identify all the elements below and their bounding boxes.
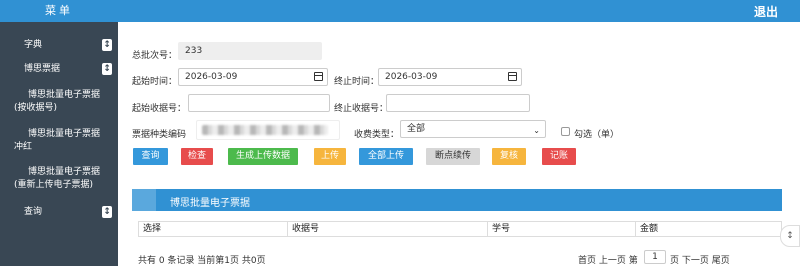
- check-button[interactable]: 检查: [181, 148, 213, 165]
- sidebar-item-batch-reupload[interactable]: 博思批量电子票据(重新上传电子票据): [0, 166, 118, 192]
- select-single-label: 勾选（单）: [574, 130, 620, 140]
- sidebar-title: 菜单: [0, 0, 118, 22]
- end-time-value: 2026-03-09: [385, 72, 438, 82]
- calendar-icon[interactable]: [508, 72, 517, 81]
- pagination-nav-prefix[interactable]: 首页 上一页 第: [578, 253, 638, 266]
- bookkeeping-button[interactable]: 记账: [542, 148, 576, 165]
- fee-type-label: 收费类型：: [354, 130, 400, 140]
- pagination-nav-suffix[interactable]: 页 下一页 尾页: [670, 253, 730, 266]
- receipt-table: 选择 收据号 学号 金额: [138, 221, 782, 237]
- sidebar-item-batch-by-receipt[interactable]: 博思批量电子票据(按收据号): [0, 89, 118, 115]
- chevron-down-icon: ⌄: [533, 126, 540, 135]
- sidebar-item-dictionary[interactable]: 字典 ↕: [0, 38, 118, 52]
- end-receipt-label: 终止收据号：: [334, 104, 389, 114]
- sidebar-item-label: 字典: [24, 40, 43, 50]
- expand-icon[interactable]: ↕: [780, 225, 800, 247]
- panel-header: 博思批量电子票据: [132, 189, 782, 211]
- generate-upload-data-button[interactable]: 生成上传数据: [228, 148, 298, 165]
- main-content: 总批次号： 233 起始时间： 2026-03-09 终止时间： 2026-03…: [118, 22, 800, 266]
- column-header-select[interactable]: 选择: [139, 222, 287, 236]
- end-time-input[interactable]: 2026-03-09: [378, 68, 522, 86]
- calendar-icon[interactable]: [314, 72, 323, 81]
- end-receipt-input[interactable]: [386, 94, 530, 112]
- top-bar: 退出: [118, 0, 800, 22]
- column-header-receipt-number[interactable]: 收据号: [287, 222, 487, 236]
- batch-number-label: 总批次号：: [132, 51, 178, 61]
- expand-toggle-icon[interactable]: ↕: [102, 206, 112, 218]
- upload-button[interactable]: 上传: [314, 148, 346, 165]
- column-header-student-id[interactable]: 学号: [487, 222, 635, 236]
- fee-type-value: 全部: [407, 124, 426, 134]
- select-single-checkbox[interactable]: [561, 127, 570, 136]
- query-button[interactable]: 查询: [133, 148, 168, 165]
- redacted-value: [202, 125, 328, 135]
- upload-all-button[interactable]: 全部上传: [359, 148, 413, 165]
- sidebar-item-batch-reversal[interactable]: 博思批量电子票据冲红: [0, 128, 118, 154]
- page-number-input[interactable]: 1: [644, 250, 666, 264]
- sidebar-item-label: 查询: [24, 207, 43, 217]
- sidebar-item-label: 博思票据: [24, 64, 61, 74]
- receipt-type-code-label: 票据种类编码: [132, 130, 187, 140]
- end-time-label: 终止时间：: [334, 77, 380, 87]
- start-time-value: 2026-03-09: [185, 72, 238, 82]
- fee-type-select[interactable]: 全部 ⌄: [400, 120, 546, 138]
- sidebar-item-bosi-receipts[interactable]: 博思票据 ↕: [0, 62, 118, 76]
- batch-number-field: 233: [178, 42, 322, 60]
- expand-toggle-icon[interactable]: ↕: [102, 39, 112, 51]
- resume-upload-button[interactable]: 断点续传: [426, 148, 480, 165]
- sidebar: 菜单 字典 ↕ 博思票据 ↕ 博思批量电子票据(按收据号) 博思批量电子票据冲红…: [0, 0, 118, 266]
- start-time-input[interactable]: 2026-03-09: [178, 68, 328, 86]
- column-header-amount[interactable]: 金额: [635, 222, 781, 236]
- sidebar-item-label: 博思批量电子票据(重新上传电子票据): [14, 167, 101, 190]
- expand-toggle-icon[interactable]: ↕: [102, 63, 112, 75]
- record-summary: 共有 0 条记录 当前第1页 共0页: [138, 256, 266, 266]
- review-button[interactable]: 复核: [492, 148, 526, 165]
- panel-icon: [132, 189, 156, 211]
- sidebar-item-query[interactable]: 查询 ↕: [0, 205, 118, 219]
- panel-title: 博思批量电子票据: [170, 198, 250, 209]
- start-time-label: 起始时间：: [132, 77, 178, 87]
- sidebar-item-label: 博思批量电子票据冲红: [14, 129, 101, 152]
- start-receipt-label: 起始收据号：: [132, 104, 187, 114]
- sidebar-item-label: 博思批量电子票据(按收据号): [14, 90, 101, 113]
- start-receipt-input[interactable]: [188, 94, 330, 112]
- logout-link[interactable]: 退出: [754, 3, 778, 20]
